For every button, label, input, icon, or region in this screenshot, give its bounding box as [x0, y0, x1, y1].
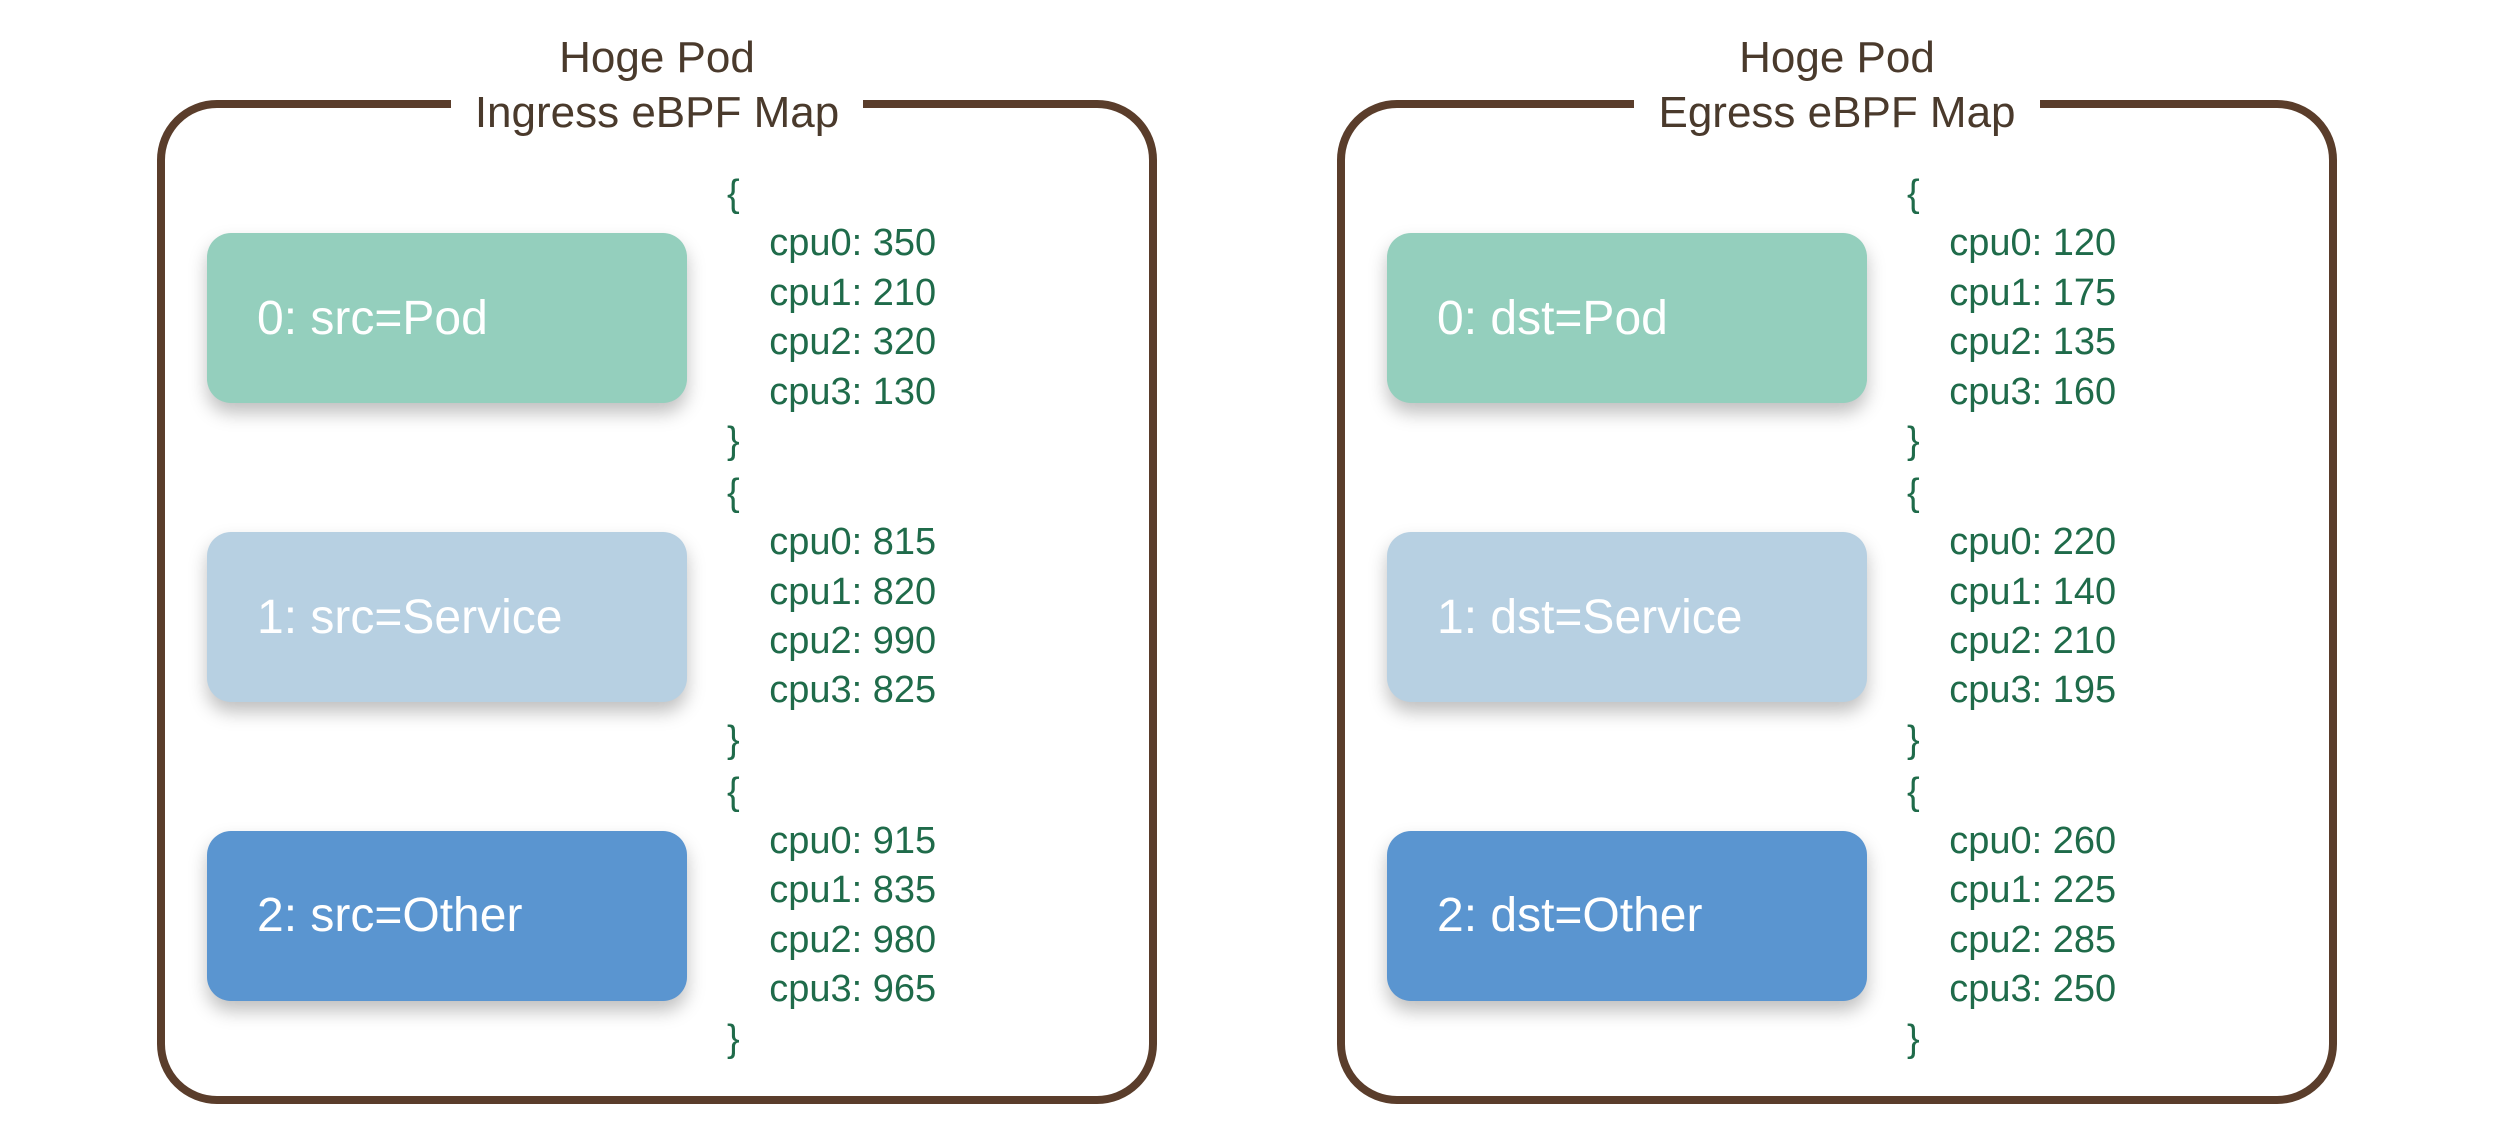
egress-val-0-cpu2: 135 [2053, 321, 2116, 363]
egress-val-0-cpu3: 160 [2053, 371, 2116, 413]
ingress-title-line1: Hoge Pod [559, 33, 755, 82]
ingress-entry-0: 0: src=Pod { cpu0: 350 cpu1: 210 cpu2: 3… [207, 170, 1107, 466]
egress-val-2-cpu3: 250 [2053, 968, 2116, 1010]
ingress-key-1-label: 1: src=Service [257, 590, 562, 645]
egress-title-line2: Egress eBPF Map [1658, 88, 2015, 137]
egress-values-1: { cpu0: 220 cpu1: 140 cpu2: 210 cpu3: 19… [1907, 469, 2287, 765]
egress-entry-0: 0: dst=Pod { cpu0: 120 cpu1: 175 cpu2: 1… [1387, 170, 2287, 466]
ingress-val-1-cpu3: 825 [873, 669, 936, 711]
ingress-panel: Hoge Pod Ingress eBPF Map 0: src=Pod { c… [147, 30, 1167, 1134]
ingress-values-2: { cpu0: 915 cpu1: 835 cpu2: 980 cpu3: 96… [727, 768, 1107, 1064]
egress-panel-body: 0: dst=Pod { cpu0: 120 cpu1: 175 cpu2: 1… [1387, 170, 2287, 1064]
ingress-val-1-cpu0: 815 [873, 521, 936, 563]
egress-val-2-cpu0: 260 [2053, 820, 2116, 862]
ingress-values-1: { cpu0: 815 cpu1: 820 cpu2: 990 cpu3: 82… [727, 469, 1107, 765]
egress-val-0-cpu0: 120 [2053, 222, 2116, 264]
egress-key-1-label: 1: dst=Service [1437, 590, 1742, 645]
ingress-key-2-label: 2: src=Other [257, 888, 522, 943]
ingress-val-0-cpu3: 130 [873, 371, 936, 413]
ingress-val-1-cpu2: 990 [873, 620, 936, 662]
ingress-val-1-cpu1: 820 [873, 571, 936, 613]
ingress-title-line2: Ingress eBPF Map [475, 88, 839, 137]
egress-key-2-label: 2: dst=Other [1437, 888, 1702, 943]
egress-panel: Hoge Pod Egress eBPF Map 0: dst=Pod { cp… [1327, 30, 2347, 1134]
egress-panel-title: Hoge Pod Egress eBPF Map [1634, 30, 2039, 140]
egress-title-line1: Hoge Pod [1739, 33, 1935, 82]
ingress-val-2-cpu3: 965 [873, 968, 936, 1010]
ingress-val-0-cpu0: 350 [873, 222, 936, 264]
egress-key-0-label: 0: dst=Pod [1437, 291, 1668, 346]
ingress-key-2: 2: src=Other [207, 831, 687, 1001]
ingress-val-2-cpu2: 980 [873, 919, 936, 961]
ingress-key-1: 1: src=Service [207, 532, 687, 702]
ingress-val-2-cpu0: 915 [873, 820, 936, 862]
egress-val-1-cpu2: 210 [2053, 620, 2116, 662]
egress-values-0: { cpu0: 120 cpu1: 175 cpu2: 135 cpu3: 16… [1907, 170, 2287, 466]
egress-key-1: 1: dst=Service [1387, 532, 1867, 702]
egress-val-1-cpu3: 195 [2053, 669, 2116, 711]
egress-val-0-cpu1: 175 [2053, 272, 2116, 314]
ingress-val-2-cpu1: 835 [873, 869, 936, 911]
egress-val-2-cpu1: 225 [2053, 869, 2116, 911]
ingress-entry-1: 1: src=Service { cpu0: 815 cpu1: 820 cpu… [207, 469, 1107, 765]
egress-entry-2: 2: dst=Other { cpu0: 260 cpu1: 225 cpu2:… [1387, 768, 2287, 1064]
egress-entry-1: 1: dst=Service { cpu0: 220 cpu1: 140 cpu… [1387, 469, 2287, 765]
egress-key-0: 0: dst=Pod [1387, 233, 1867, 403]
egress-val-1-cpu0: 220 [2053, 521, 2116, 563]
egress-val-2-cpu2: 285 [2053, 919, 2116, 961]
ingress-panel-body: 0: src=Pod { cpu0: 350 cpu1: 210 cpu2: 3… [207, 170, 1107, 1064]
ingress-key-0-label: 0: src=Pod [257, 291, 488, 346]
ingress-panel-title: Hoge Pod Ingress eBPF Map [451, 30, 863, 140]
ingress-key-0: 0: src=Pod [207, 233, 687, 403]
egress-values-2: { cpu0: 260 cpu1: 225 cpu2: 285 cpu3: 25… [1907, 768, 2287, 1064]
egress-key-2: 2: dst=Other [1387, 831, 1867, 1001]
egress-val-1-cpu1: 140 [2053, 571, 2116, 613]
ingress-entry-2: 2: src=Other { cpu0: 915 cpu1: 835 cpu2:… [207, 768, 1107, 1064]
ingress-val-0-cpu2: 320 [873, 321, 936, 363]
diagram-canvas: Hoge Pod Ingress eBPF Map 0: src=Pod { c… [0, 0, 2494, 1134]
ingress-values-0: { cpu0: 350 cpu1: 210 cpu2: 320 cpu3: 13… [727, 170, 1107, 466]
ingress-val-0-cpu1: 210 [873, 272, 936, 314]
